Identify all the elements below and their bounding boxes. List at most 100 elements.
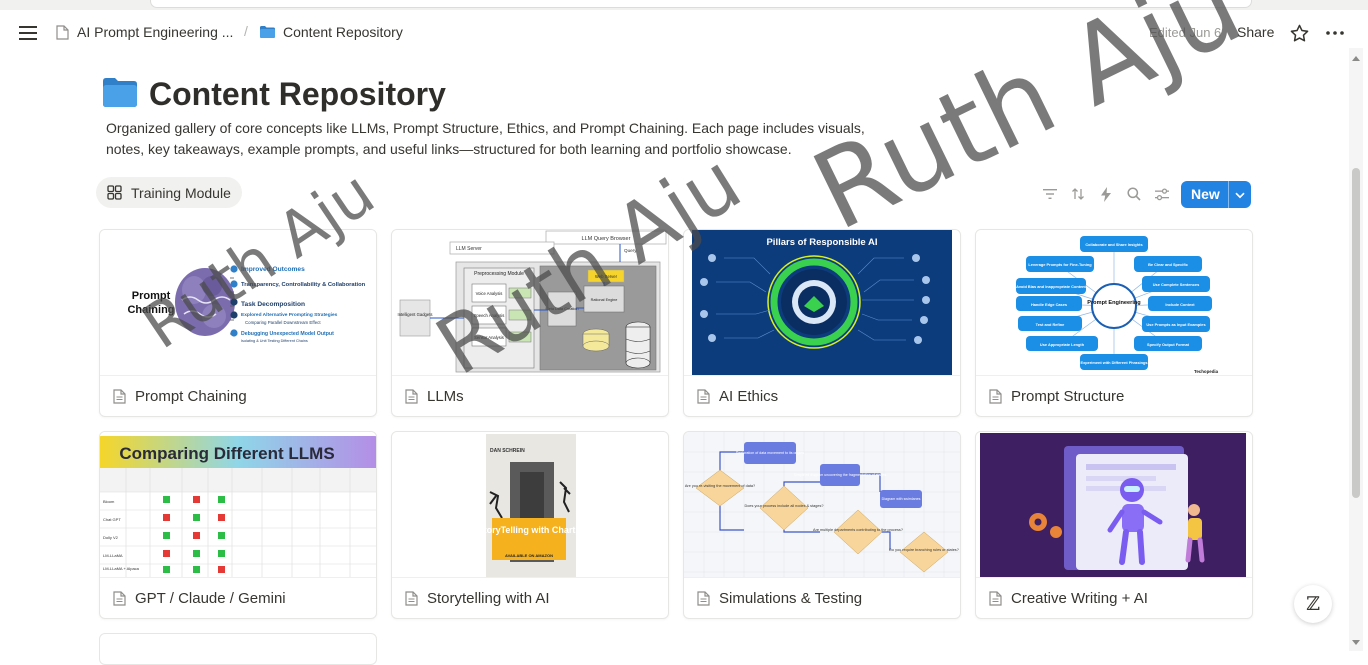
card-title-row: Prompt Chaining <box>100 376 376 416</box>
card-llms[interactable]: LLM Query Browser LLM Server Query Prepr… <box>391 229 669 417</box>
filter-icon[interactable] <box>1039 183 1061 205</box>
cover-node-5: Use Complete Sentences <box>1153 282 1200 287</box>
page-icon <box>113 388 126 404</box>
page-folder-icon[interactable] <box>103 78 137 107</box>
card-gpt-claude-gemini[interactable]: Comparing Different LLMS Bloom Chat GPT … <box>99 431 377 619</box>
card-cover-prompt-structure: Prompt Engineering Collaborate and Share… <box>976 230 1252 376</box>
cover-step-5: Are multiple departments contributing to… <box>813 528 903 532</box>
card-title: Prompt Chaining <box>135 387 247 405</box>
share-button[interactable]: Share <box>1237 24 1274 40</box>
breadcrumb-current[interactable]: Content Repository <box>260 24 403 40</box>
address-bar-edge <box>150 0 1252 8</box>
cover-book-title: StoryTelling with Charts <box>478 525 581 535</box>
cover-row-1: Bloom <box>103 499 115 504</box>
card-prompt-structure[interactable]: Prompt Engineering Collaborate and Share… <box>975 229 1253 417</box>
page-icon <box>989 590 1002 606</box>
cover-credit: Techopedia <box>1194 369 1219 374</box>
card-title-row: Simulations & Testing <box>684 578 960 618</box>
cover-book-sub: AVAILABLE ON AMAZON <box>505 553 553 558</box>
card-title: Simulations & Testing <box>719 589 863 607</box>
breadcrumb-parent[interactable]: AI Prompt Engineering ... <box>56 24 233 40</box>
cover-node-11: Specify Output Format <box>1147 342 1190 347</box>
card-title-row: AI Ethics <box>684 376 960 416</box>
card-storytelling-with-ai[interactable]: DAN SCHREIN StoryTelling with Charts AVA… <box>391 431 669 619</box>
card-cover-creative-writing <box>976 432 1252 578</box>
cover-label-web: Web Server <box>595 274 618 279</box>
card-simulations-testing[interactable]: Are you re-visiting the movement of data… <box>683 431 961 619</box>
card-cover-ai-ethics: Pillars of Responsible AI <box>684 230 960 376</box>
card-title-row: GPT / Claude / Gemini <box>100 578 376 618</box>
cover-label-query: Query <box>624 248 637 253</box>
cover-node-3: Be Clear and Specific <box>1148 262 1189 267</box>
page-icon <box>697 590 710 606</box>
lightning-icon[interactable] <box>1095 183 1117 205</box>
chevron-down-icon[interactable] <box>1234 188 1246 204</box>
page-description: Organized gallery of core concepts like … <box>106 120 865 157</box>
browser-chrome-strip <box>0 0 1368 10</box>
cover-node-8: Test and Refine <box>1036 322 1066 327</box>
new-button[interactable]: New <box>1181 181 1251 208</box>
sidebar-menu-icon[interactable] <box>16 23 40 43</box>
sort-icon[interactable] <box>1067 183 1089 205</box>
cover-heading-line2: Chaining <box>127 304 174 316</box>
cover-row-4: LM-LLaMA <box>103 553 123 558</box>
help-icon: ℤ <box>1306 593 1320 615</box>
card-ai-ethics[interactable]: Pillars of Responsible AI AI Ethics <box>683 229 961 417</box>
help-button[interactable]: ℤ <box>1294 585 1332 623</box>
card-title-row: Storytelling with AI <box>392 578 668 618</box>
card-partial-next-row[interactable] <box>99 633 377 665</box>
vertical-scrollbar[interactable] <box>1349 48 1363 651</box>
cover-node-12: Experiment with Different Phrasings <box>1080 360 1147 365</box>
cover-step-6: Diagram with swimlanes <box>882 497 921 501</box>
scroll-up-arrow[interactable] <box>1352 56 1360 61</box>
cover-label-preprocessing: Preprocessing Module <box>474 271 524 277</box>
cover-label-sensor: Sensor Analysis <box>474 335 504 340</box>
card-prompt-chaining[interactable]: Prompt Chaining Improved Outcomes Transp… <box>99 229 377 417</box>
cover-label-server: LLM Server <box>456 246 482 252</box>
cover-node-4: Avoid Bias and Inappropriate Content <box>1016 284 1086 289</box>
star-icon[interactable] <box>1288 22 1310 44</box>
cover-step-3: Does your process include all nodes & st… <box>745 504 824 508</box>
cover-step-4: Simplified diagram uncovering the fragme… <box>794 473 887 477</box>
cover-node-1: Collaborate and Share Insights <box>1085 242 1142 247</box>
search-icon[interactable] <box>1123 183 1145 205</box>
edited-timestamp: Edited Jun 6 <box>1149 25 1222 40</box>
cover-label-voice: Voice Analysis <box>476 291 503 296</box>
cover-node-10: Use Appropriate Length <box>1040 342 1085 347</box>
card-title-row: Prompt Structure <box>976 376 1252 416</box>
page-icon <box>113 590 126 606</box>
view-tab-training-module[interactable]: Training Module <box>96 177 242 208</box>
breadcrumb-separator: / <box>244 23 248 39</box>
cover-point-3: Task Decomposition <box>241 301 305 308</box>
card-creative-writing-ai[interactable]: Creative Writing + AI <box>975 431 1253 619</box>
card-cover-simulations: Are you re-visiting the movement of data… <box>684 432 960 578</box>
cover-node-6: Handle Edge Cases <box>1031 302 1067 307</box>
cover-label-speech: Speech Analysis <box>474 313 505 318</box>
cover-points: Improved Outcomes Transparency, Controll… <box>230 265 366 343</box>
page-icon <box>405 590 418 606</box>
cover-heading: Pillars of Responsible AI <box>766 237 877 248</box>
card-cover-comparing-llms: Comparing Different LLMS Bloom Chat GPT … <box>100 432 376 578</box>
scroll-down-arrow[interactable] <box>1352 640 1360 645</box>
card-cover-storytelling: DAN SCHREIN StoryTelling with Charts AVA… <box>392 432 668 578</box>
cover-label-gadgets: Intelligent Gadgets <box>398 312 433 317</box>
card-title: GPT / Claude / Gemini <box>135 589 286 607</box>
card-title: AI Ethics <box>719 387 779 405</box>
brain-icon <box>175 268 235 336</box>
gallery-icon <box>107 185 122 200</box>
settings-sliders-icon[interactable] <box>1151 183 1173 205</box>
scrollbar-thumb[interactable] <box>1352 168 1360 498</box>
more-options-icon[interactable] <box>1324 23 1346 43</box>
page-icon <box>697 388 710 404</box>
new-button-label: New <box>1191 186 1220 202</box>
cover-point-6: Debugging Unexpected Model Output <box>241 331 334 337</box>
page-icon <box>56 24 69 40</box>
cover-node-9: Use Prompts as Input Examples <box>1146 322 1205 327</box>
folder-icon <box>260 26 275 38</box>
cover-label-browser: LLM Query Browser <box>582 236 631 242</box>
page-title: Content Repository <box>149 76 446 112</box>
cover-step-2: Restoration of data movement to its orig… <box>736 451 805 455</box>
breadcrumb-parent-label: AI Prompt Engineering ... <box>77 24 234 40</box>
cover-step-1: Are you re-visiting the movement of data… <box>685 484 755 488</box>
cover-point-7: Isolating & Unit Testing Different Chain… <box>241 339 308 343</box>
